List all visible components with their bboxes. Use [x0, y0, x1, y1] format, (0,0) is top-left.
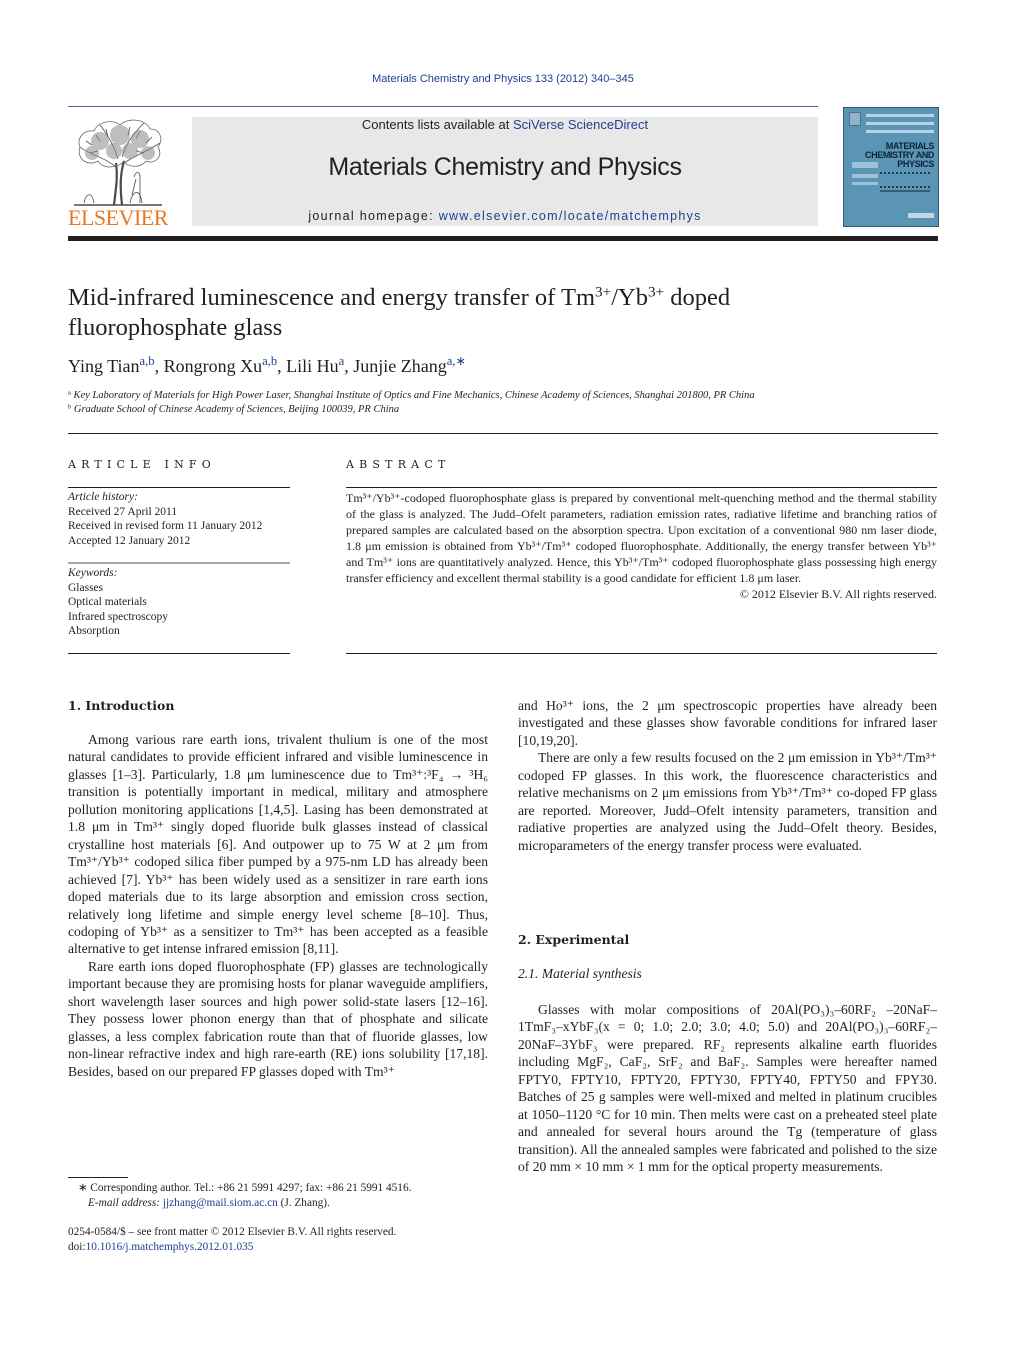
footnotes: ∗ Corresponding author. Tel.: +86 21 599… [78, 1181, 498, 1211]
header-divider [68, 106, 818, 107]
affiliation-text: Key Laboratory of Materials for High Pow… [73, 390, 755, 401]
doi-line: doi:10.1016/j.matchemphys.2012.01.035 [68, 1240, 498, 1255]
keywords-block: Keywords: Glasses Optical materials Infr… [68, 566, 298, 639]
keyword: Infrared spectroscopy [68, 610, 168, 623]
affiliation-mark: a [68, 389, 71, 397]
intro-paragraph-1: Among various rare earth ions, trivalent… [68, 732, 488, 957]
affiliation-text: Graduate School of Chinese Academy of Sc… [73, 404, 400, 415]
affiliation-mark: b [68, 403, 72, 411]
author-list: Ying Tiana,b, Rongrong Xua,b, Lili Hua, … [68, 354, 948, 377]
journal-cover-thumbnail[interactable]: MATERIALS CHEMISTRY AND PHYSICS [843, 107, 939, 227]
title-text: /Yb [611, 284, 648, 311]
article-history: Article history: Received 27 April 2011 … [68, 490, 298, 548]
email-line: E-mail address: jjzhang@mail.siom.ac.cn … [78, 1196, 498, 1211]
author-affiliation-mark[interactable]: a,b [140, 354, 155, 368]
experimental-paragraph-1: Glasses with molar compositions of 20Al(… [518, 1002, 937, 1175]
section-heading-introduction: 1. Introduction [68, 698, 175, 713]
history-label: Article history: [68, 491, 138, 503]
intro-continuation: and Ho³⁺ ions, the 2 μm spectroscopic pr… [518, 698, 937, 748]
title-superscript: 3+ [595, 283, 612, 301]
history-revised: Received in revised form 11 January 2012 [68, 520, 263, 533]
journal-banner: Contents lists available at SciVerse Sci… [192, 117, 818, 226]
article-info-divider [68, 487, 290, 488]
abstract-body: Tm³⁺/Yb³⁺-codoped fluorophosphate glass … [346, 490, 937, 602]
abstract-text: Tm³⁺/Yb³⁺-codoped fluorophosphate glass … [346, 491, 937, 585]
history-accepted: Accepted 12 January 2012 [68, 534, 191, 547]
left-column: Among various rare earth ions, trivalent… [68, 731, 488, 1080]
title-superscript: 3+ [647, 283, 665, 301]
corresponding-author-note: ∗ Corresponding author. Tel.: +86 21 599… [78, 1182, 412, 1194]
issn-line: 0254-0584/$ – see front matter © 2012 El… [68, 1226, 397, 1238]
sciencedirect-link[interactable]: SciVerse ScienceDirect [513, 117, 648, 132]
right-column-top: and Ho³⁺ ions, the 2 μm spectroscopic pr… [518, 697, 937, 854]
issn-doi-block: 0254-0584/$ – see front matter © 2012 El… [68, 1225, 498, 1255]
elsevier-wordmark: ELSEVIER [68, 205, 168, 230]
cover-stripe [866, 122, 934, 125]
keyword: Glasses [68, 581, 104, 594]
email-label: E-mail address: [88, 1197, 163, 1209]
article-info-bottom-divider [68, 653, 290, 654]
author-affiliation-mark[interactable]: a,b [262, 354, 277, 368]
homepage-line: journal homepage: www.elsevier.com/locat… [192, 209, 818, 223]
article-title: Mid-infrared luminescence and energy tra… [68, 283, 948, 343]
cover-stripe [866, 130, 934, 133]
footnote-divider [68, 1177, 128, 1178]
abstract-heading: ABSTRACT [346, 458, 451, 471]
section-heading-experimental: 2. Experimental [518, 932, 630, 947]
author-name[interactable]: Ying Tian [68, 356, 140, 376]
cover-logo-icon [849, 112, 861, 126]
homepage-prefix: journal homepage: [308, 209, 439, 223]
author-name[interactable]: Junjie Zhang [353, 356, 446, 376]
cover-publisher-mark [908, 213, 934, 218]
journal-citation[interactable]: Materials Chemistry and Physics 133 (201… [0, 73, 1006, 85]
affiliation-a: a Key Laboratory of Materials for High P… [68, 390, 948, 401]
homepage-link[interactable]: www.elsevier.com/locate/matchemphys [439, 209, 702, 223]
author-name[interactable]: Rongrong Xu [164, 356, 263, 376]
keyword: Optical materials [68, 596, 147, 609]
abstract-divider [346, 487, 937, 488]
title-text: fluorophosphate glass [68, 314, 283, 341]
title-text: doped [664, 284, 731, 311]
contents-line: Contents lists available at SciVerse Sci… [192, 117, 818, 132]
author-separator: , [154, 356, 164, 376]
contents-prefix: Contents lists available at [361, 117, 513, 132]
keywords-divider [68, 562, 290, 564]
header-thick-divider [68, 236, 938, 241]
cover-block [852, 174, 878, 178]
subsection-heading-material-synthesis: 2.1. Material synthesis [518, 966, 642, 981]
intro-paragraph-2: Rare earth ions doped fluorophosphate (F… [68, 958, 488, 1079]
history-received: Received 27 April 2011 [68, 505, 178, 518]
cover-title-line3: PHYSICS [897, 159, 934, 169]
cover-stripe [866, 114, 934, 117]
intro-paragraph-3: There are only a few results focused on … [518, 750, 937, 853]
doi-prefix: doi: [68, 1241, 86, 1253]
cover-subtitle [880, 172, 930, 188]
article-info-heading: ARTICLE INFO [68, 458, 216, 471]
author-affiliation-mark[interactable]: a,∗ [447, 354, 466, 368]
cover-subtitle [880, 190, 930, 192]
doi-link[interactable]: 10.1016/j.matchemphys.2012.01.035 [86, 1241, 254, 1253]
right-column-experimental: Glasses with molar compositions of 20Al(… [518, 1001, 937, 1176]
keywords-label: Keywords: [68, 567, 118, 579]
author-separator: , [344, 356, 354, 376]
journal-title: Materials Chemistry and Physics [328, 153, 682, 181]
affiliation-b: b Graduate School of Chinese Academy of … [68, 404, 948, 415]
keyword: Absorption [68, 625, 120, 638]
abstract-copyright: © 2012 Elsevier B.V. All rights reserved… [739, 587, 937, 601]
title-divider [68, 433, 938, 434]
email-link[interactable]: jjzhang@mail.siom.ac.cn [163, 1197, 278, 1209]
elsevier-tree-icon [74, 119, 162, 206]
elsevier-logo[interactable]: ELSEVIER [68, 117, 168, 230]
abstract-bottom-divider [346, 653, 937, 654]
email-suffix: (J. Zhang). [277, 1197, 330, 1209]
author-separator: , [277, 356, 287, 376]
author-name[interactable]: Lili Hu [286, 356, 339, 376]
cover-block [852, 182, 878, 185]
cover-block [852, 162, 878, 168]
title-text: Mid-infrared luminescence and energy tra… [68, 284, 596, 311]
